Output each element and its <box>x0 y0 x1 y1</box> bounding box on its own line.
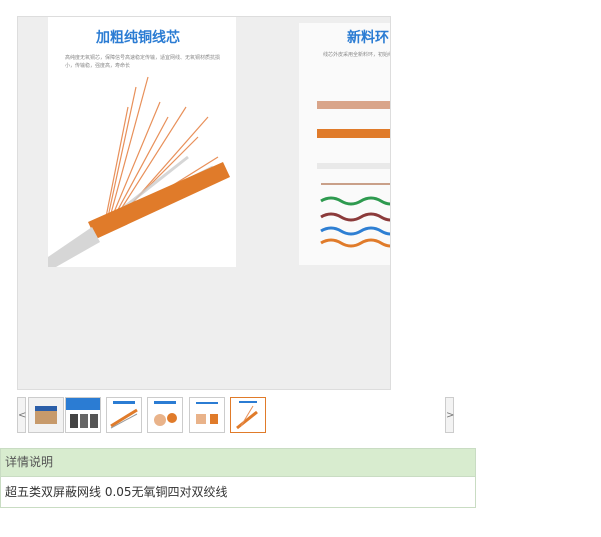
detail-description: 超五类双屏蔽网线 0.05无氧铜四对双绞线 <box>5 485 228 499</box>
thumbnail-copper-core[interactable] <box>230 397 266 433</box>
main-image-viewer[interactable]: 加粗纯铜线芯 高纯度无氧铜芯，保障信号高速稳定传输，适宜网线、无氧铜材质抗损小，… <box>17 16 391 390</box>
detail-header: 详情说明 <box>1 449 475 477</box>
slide-title: 加粗纯铜线芯 <box>96 30 180 46</box>
slide-title: 新料环 <box>347 30 389 46</box>
thumbnail-cable-cross-section[interactable] <box>147 397 183 433</box>
slide-description: 线芯外皮采用全新料环，初始线缆寿命，色泽鲜 <box>323 52 390 58</box>
product-slide-copper-core: 加粗纯铜线芯 高纯度无氧铜芯，保障信号高速稳定传输，适宜网线、无氧铜材质抗损小，… <box>48 17 236 267</box>
slide-description: 高纯度无氧铜芯，保障信号高速稳定传输，适宜网线、无氧铜材质抗损小，传输稳，强度高… <box>65 55 221 69</box>
prev-thumbnail-button[interactable]: < <box>17 397 26 433</box>
thumbnail-cable-box[interactable] <box>28 397 64 433</box>
thumbnail-product-banner[interactable] <box>65 397 101 433</box>
thumbnail-strip: < > <box>17 397 457 435</box>
wire-samples-illustration <box>317 101 390 248</box>
product-slide-new-material: 新料环 线芯外皮采用全新料环，初始线缆寿命，色泽鲜 <box>299 23 390 265</box>
next-thumbnail-button[interactable]: > <box>445 397 454 433</box>
thumbnail-cable-features[interactable] <box>189 397 225 433</box>
thumbnail-cable-diagram[interactable] <box>106 397 142 433</box>
detail-panel: 详情说明 超五类双屏蔽网线 0.05无氧铜四对双绞线 <box>0 448 476 508</box>
